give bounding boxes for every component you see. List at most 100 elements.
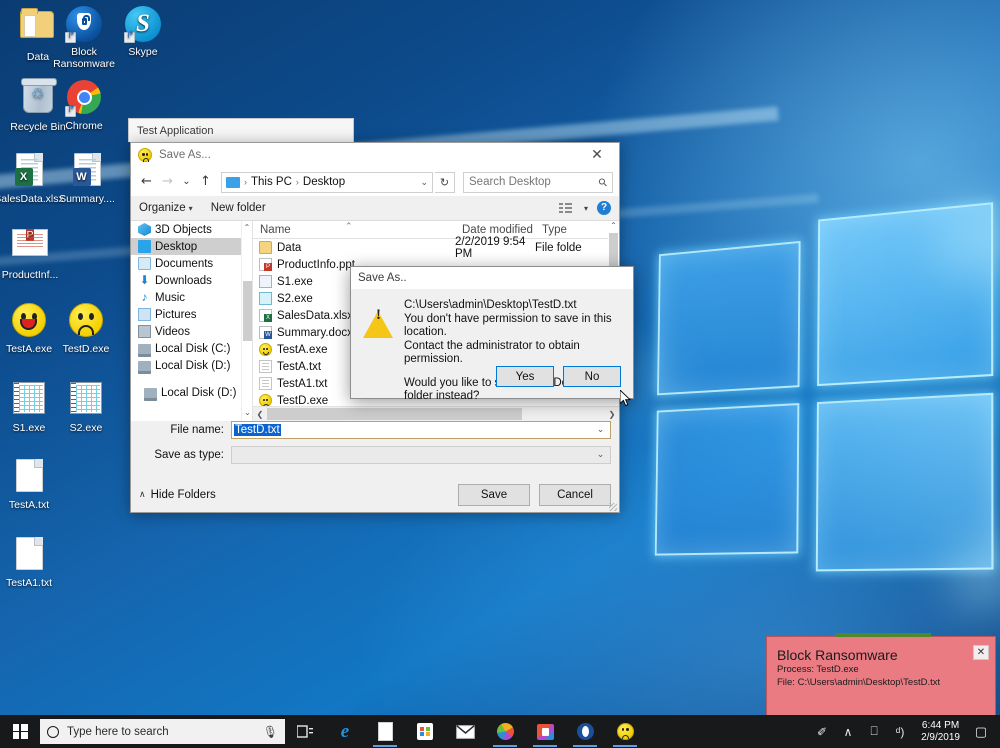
desktop-icon-label: TestD.exe: [48, 344, 124, 356]
desktop-icon-testa-txt[interactable]: TestA.txt: [0, 458, 67, 512]
refresh-icon[interactable]: ↻: [435, 172, 455, 193]
nav-item-label: Downloads: [155, 275, 212, 287]
permission-message-box[interactable]: Save As.. ! C:\Users\admin\Desktop\TestD…: [350, 266, 634, 399]
nav-item-label: Desktop: [155, 241, 197, 253]
help-icon[interactable]: ?: [597, 201, 611, 215]
task-view-icon[interactable]: [285, 715, 325, 748]
file-name: TestA.exe: [277, 344, 328, 356]
block-ransomware-toast[interactable]: Block Ransomware Process: TestD.exe File…: [766, 636, 996, 716]
app-smiley-icon: [138, 148, 152, 162]
scroll-track[interactable]: [267, 408, 605, 420]
chevron-down-icon[interactable]: ⌄: [593, 449, 608, 460]
photos-icon[interactable]: [485, 715, 525, 748]
file-row[interactable]: Data2/2/2019 9:54 PMFile folde: [253, 239, 619, 256]
nav-item-documents[interactable]: Documents: [131, 255, 252, 272]
recent-locations-icon[interactable]: ⌄: [179, 172, 194, 192]
documents-icon: [138, 257, 151, 270]
microphone-icon[interactable]: 🎙: [263, 725, 278, 739]
nav-item-local-disk-c[interactable]: Local Disk (C:): [131, 340, 252, 357]
desktop-icon-s2-exe[interactable]: S2.exe: [48, 380, 124, 435]
file-name: TestD.exe: [277, 395, 328, 407]
desktop-icon-label: S2.exe: [48, 423, 124, 435]
scroll-up-icon[interactable]: ⌃: [608, 221, 619, 230]
file-name: S2.exe: [277, 293, 313, 305]
scroll-right-icon[interactable]: ❯: [605, 410, 619, 419]
edge-icon[interactable]: e: [325, 715, 365, 748]
no-button[interactable]: No: [563, 366, 621, 387]
back-icon[interactable]: ←: [137, 172, 156, 192]
desktop-icon-testa1-txt[interactable]: TestA1.txt: [0, 536, 67, 590]
desktop-icon-testd-exe[interactable]: TestD.exe: [48, 302, 124, 356]
opera-icon[interactable]: [565, 715, 605, 748]
close-icon[interactable]: ✕: [973, 645, 989, 660]
test-application-window[interactable]: Test Application: [128, 118, 354, 142]
column-header-date-modified[interactable]: Date modified: [455, 224, 535, 236]
toast-file-line: File: C:\Users\admin\Desktop\TestD.txt: [767, 676, 995, 689]
scroll-down-icon[interactable]: ⌄: [242, 408, 253, 419]
view-options-icon[interactable]: [559, 203, 572, 214]
file-name: S1.exe: [277, 276, 313, 288]
search-input[interactable]: Search Desktop ⚲: [463, 172, 613, 193]
file-list-horizontal-scrollbar[interactable]: ❮ ❯: [253, 406, 619, 421]
mail-icon[interactable]: [445, 715, 485, 748]
search-input[interactable]: Type here to search 🎙: [40, 719, 285, 744]
forward-icon[interactable]: →: [158, 172, 177, 192]
office-icon[interactable]: [525, 715, 565, 748]
nav-item-pictures[interactable]: Pictures: [131, 306, 252, 323]
show-hidden-icons-chevron[interactable]: ∧: [835, 725, 861, 739]
column-header-name[interactable]: Name⌃: [253, 224, 455, 236]
file-explorer-icon[interactable]: [365, 715, 405, 748]
resize-grip[interactable]: [609, 503, 617, 511]
action-center-icon[interactable]: ▢: [968, 724, 994, 740]
chevron-down-icon[interactable]: ⌄: [593, 424, 608, 435]
nav-item-local-disk-d-2[interactable]: Local Disk (D:): [131, 384, 252, 401]
nav-item-3d-objects[interactable]: 3D Objects: [131, 221, 252, 238]
column-header-type[interactable]: Type: [535, 224, 595, 236]
text-file-icon: [11, 459, 47, 495]
testd-exe-icon[interactable]: [605, 715, 645, 748]
cancel-button[interactable]: Cancel: [539, 484, 611, 506]
nav-pane-scrollbar[interactable]: ⌃ ⌄: [241, 221, 252, 421]
scroll-thumb[interactable]: [267, 408, 522, 420]
nav-item-downloads[interactable]: ⬇Downloads: [131, 272, 252, 289]
desktop-icon-productinfo-ppt[interactable]: P ProductInf...: [0, 224, 68, 282]
nav-item-music[interactable]: ♪Music: [131, 289, 252, 306]
organize-button[interactable]: Organize▾: [139, 202, 193, 214]
organize-label: Organize: [139, 202, 186, 214]
save-as-type-select[interactable]: ⌄: [231, 446, 611, 464]
chevron-down-icon[interactable]: ⌄: [420, 177, 428, 188]
yes-button[interactable]: Yes: [496, 366, 554, 387]
nav-item-videos[interactable]: Videos: [131, 323, 252, 340]
breadcrumb-item-desktop[interactable]: Desktop: [303, 176, 345, 188]
desktop-icon-skype[interactable]: S Skype: [105, 6, 181, 59]
shield-icon: [66, 6, 102, 42]
desktop-icon-chrome[interactable]: Chrome: [46, 79, 122, 133]
nav-item-desktop[interactable]: Desktop: [131, 238, 252, 255]
file-name-value: TestD.txt: [234, 424, 281, 436]
scroll-left-icon[interactable]: ❮: [253, 410, 267, 419]
scroll-thumb[interactable]: [243, 281, 252, 341]
desktop-icon-summary-docx[interactable]: W Summary....: [49, 152, 125, 206]
breadcrumb[interactable]: › This PC › Desktop ⌄: [221, 172, 433, 193]
new-folder-button[interactable]: New folder: [211, 202, 266, 214]
nav-item-label: Documents: [155, 258, 213, 270]
volume-icon[interactable]: ᵈ): [887, 725, 913, 739]
file-name-input[interactable]: TestD.txt ⌄: [231, 421, 611, 439]
hide-folders-button[interactable]: ∧ Hide Folders: [139, 489, 216, 501]
message-box-text: C:\Users\admin\Desktop\TestD.txt You don…: [404, 299, 621, 404]
pen-workspace-icon[interactable]: ✐: [809, 725, 835, 739]
breadcrumb-item-this-pc[interactable]: This PC: [251, 176, 292, 188]
close-icon[interactable]: ✕: [575, 143, 619, 168]
start-button[interactable]: [0, 715, 40, 748]
network-icon[interactable]: ⎕: [861, 724, 887, 739]
scroll-up-icon[interactable]: ⌃: [242, 223, 252, 234]
mouse-cursor: [620, 390, 631, 407]
clock[interactable]: 6:44 PM 2/9/2019: [913, 720, 968, 744]
nav-item-local-disk-d[interactable]: Local Disk (D:): [131, 357, 252, 374]
microsoft-store-icon[interactable]: [405, 715, 445, 748]
chevron-up-icon: ∧: [139, 489, 146, 500]
powerpoint-icon: [259, 258, 272, 271]
up-icon[interactable]: ↑: [196, 172, 215, 192]
save-button[interactable]: Save: [458, 484, 530, 506]
chevron-down-icon[interactable]: ▾: [584, 204, 588, 213]
